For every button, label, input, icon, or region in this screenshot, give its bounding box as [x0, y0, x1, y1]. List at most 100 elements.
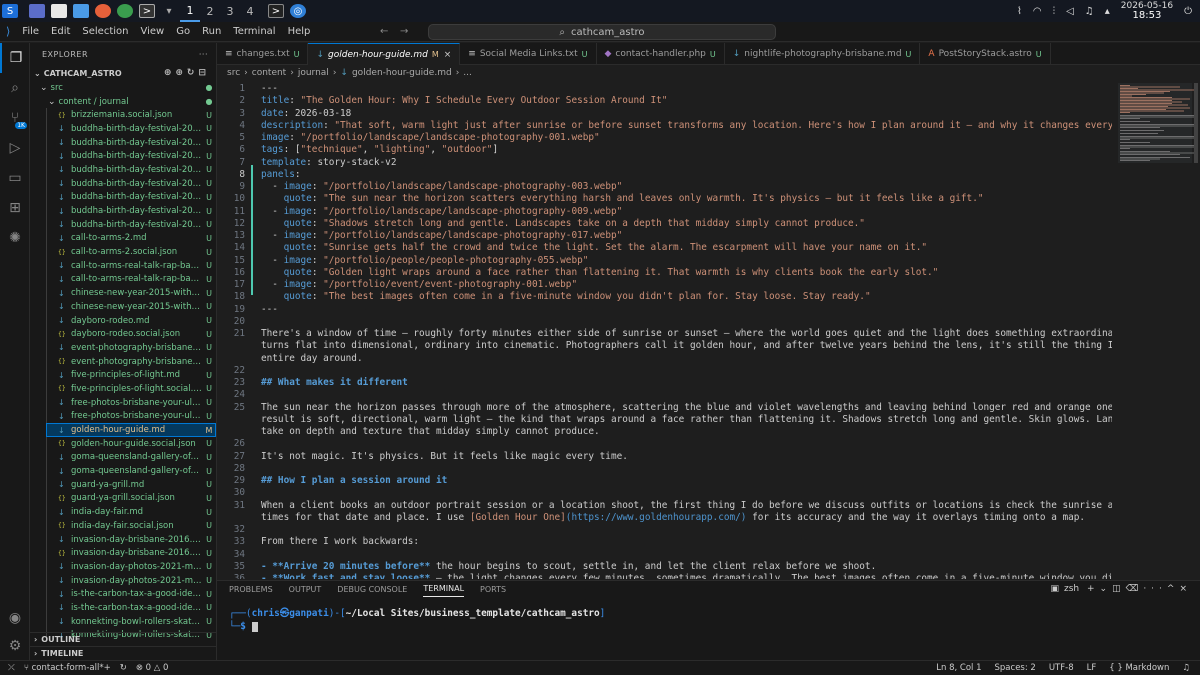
cursor-position[interactable]: Ln 8, Col 1 [936, 663, 981, 673]
minimap[interactable] [1112, 81, 1200, 579]
file-item[interactable]: ↓ dayboro-rodeo.md U [46, 314, 216, 328]
folder-src[interactable]: ⌄ src ● [30, 81, 216, 95]
file-item[interactable]: ↓ is-the-carbon-tax-a-good-idea.md U [46, 587, 216, 601]
indentation[interactable]: Spaces: 2 [995, 663, 1036, 673]
file-item[interactable]: ↓ buddha-birth-day-festival-2011.md U [46, 122, 216, 136]
terminal-icon[interactable]: > [139, 4, 155, 18]
file-item[interactable]: {} golden-hour-guide.social.json U [46, 437, 216, 451]
tab-golden-hour-guide-md[interactable]: ↓ golden-hour-guide.md M × [308, 43, 461, 65]
files-icon[interactable] [51, 4, 67, 18]
workspace-2[interactable]: 2 [200, 0, 220, 22]
tray-expand-icon[interactable]: ▴ [1105, 6, 1110, 17]
tab-output[interactable]: OUTPUT [289, 581, 322, 597]
menu-help[interactable]: Help [288, 26, 311, 37]
command-center-search[interactable]: ⌕ cathcam_astro [428, 24, 776, 40]
settings-gear-icon[interactable]: ⚙ [0, 631, 30, 661]
breadcrumb-file[interactable]: golden-hour-guide.md [352, 68, 452, 78]
problems-status[interactable]: ⊗ 0 △ 0 [136, 663, 169, 673]
menu-go[interactable]: Go [176, 26, 190, 37]
nav-forward-icon[interactable]: → [400, 26, 408, 37]
file-item[interactable]: {} brizziemania.social.json U [46, 108, 216, 122]
file-item[interactable]: {} india-day-fair.social.json U [46, 519, 216, 533]
tab-nightlife-photography-brisbane-md[interactable]: ↓ nightlife-photography-brisbane.md U [725, 43, 921, 65]
tab-social-media-links-txt[interactable]: ≡ Social Media Links.txt U [460, 43, 597, 65]
file-item[interactable]: ↓ buddha-birth-day-festival-2013.soci... U [46, 191, 216, 205]
app-launcher-icon[interactable]: S [2, 4, 18, 18]
clock[interactable]: 2026-05-16 18:53 [1121, 1, 1173, 21]
menu-run[interactable]: Run [202, 26, 221, 37]
trash-icon[interactable]: ⌫ [1126, 584, 1144, 594]
file-item[interactable]: ↓ call-to-arms-2.md U [46, 232, 216, 246]
file-item[interactable]: ↓ india-day-fair.md U [46, 505, 216, 519]
code-editor[interactable]: 1 --- 2 title: "The Golden Hour: Why I Sche… [217, 81, 1112, 579]
extensions-icon[interactable]: ⊞ [0, 193, 30, 223]
file-item[interactable]: {} guard-ya-grill.social.json U [46, 492, 216, 506]
file-item[interactable]: ↓ call-to-arms-real-talk-rap-battle-ev...… [46, 273, 216, 287]
breadcrumb-more[interactable]: ... [463, 68, 472, 78]
firefox-icon[interactable] [95, 4, 111, 18]
close-icon[interactable]: × [444, 50, 452, 60]
remote-icon[interactable]: ⤫ [8, 663, 15, 673]
menu-terminal[interactable]: Terminal [233, 26, 275, 37]
source-control-icon[interactable]: ⑂ 1K [0, 103, 30, 133]
language-mode[interactable]: { } Markdown [1109, 663, 1169, 673]
equalizer-icon[interactable]: ⫶ [1053, 6, 1056, 17]
file-item[interactable]: ↓ konnekting-bowl-rollers-skate-and-... U [46, 615, 216, 629]
close-icon[interactable]: × [1179, 584, 1192, 594]
file-item[interactable]: ↓ buddha-birth-day-festival-2015.soci... U [46, 218, 216, 232]
file-item[interactable]: ↓ buddha-birth-day-festival-2013.md U [46, 177, 216, 191]
file-item[interactable]: {} dayboro-rodeo.social.json U [46, 327, 216, 341]
tab-problems[interactable]: PROBLEMS [229, 581, 273, 597]
shell-name[interactable]: zsh [1064, 584, 1079, 594]
bell-icon[interactable]: ♫ [1085, 6, 1094, 17]
file-item[interactable]: ↓ free-photos-brisbane-your-ultimate... U [46, 396, 216, 410]
explorer-actions[interactable]: ⊕⊕↻⊟ [164, 68, 210, 78]
file-item[interactable]: ↓ invasion-day-photos-2021-meanjin.... U [46, 574, 216, 588]
desktop-icon[interactable] [29, 4, 45, 18]
sync-icon[interactable]: ↻ [120, 663, 127, 673]
tab-terminal[interactable]: TERMINAL [423, 581, 465, 597]
explorer-icon[interactable]: ❐ [0, 43, 30, 73]
power-icon[interactable]: ⏻ [1184, 6, 1192, 17]
file-item[interactable]: ↓ invasion-day-photos-2021-meanjin.... U [46, 560, 216, 574]
menu-selection[interactable]: Selection [82, 26, 128, 37]
chrome-icon[interactable] [117, 4, 133, 18]
file-item[interactable]: ↓ golden-hour-guide.md M [46, 423, 216, 437]
file-item[interactable]: {} invasion-day-brisbane-2016.social.js..… [46, 546, 216, 560]
timeline-section[interactable]: › TIMELINE [30, 646, 217, 660]
paperclip-icon[interactable]: ⌇ [1017, 6, 1022, 17]
file-item[interactable]: ↓ event-photography-brisbane.md U [46, 341, 216, 355]
file-item[interactable]: ↓ invasion-day-brisbane-2016.md U [46, 533, 216, 547]
terminal-window-icon[interactable]: > [268, 4, 284, 18]
menu-file[interactable]: File [22, 26, 39, 37]
file-item[interactable]: ↓ buddha-birth-day-festival-2012.soci... U [46, 163, 216, 177]
menu-view[interactable]: View [141, 26, 165, 37]
file-item[interactable]: ↓ is-the-carbon-tax-a-good-idea.soci... U [46, 601, 216, 615]
maximize-icon[interactable]: ^ [1167, 584, 1180, 594]
breadcrumb-src[interactable]: src [227, 68, 240, 78]
file-item[interactable]: ↓ buddha-birth-day-festival-2015.md U [46, 204, 216, 218]
tab-changes-txt[interactable]: ≡ changes.txt U [217, 43, 309, 65]
workspace-3[interactable]: 3 [220, 0, 240, 22]
remote-explorer-icon[interactable]: ▭ [0, 163, 30, 193]
folder-journal[interactable]: ⌄ content / journal ● [30, 95, 216, 109]
folder-icon[interactable] [73, 4, 89, 18]
file-item[interactable]: ↓ goma-queensland-gallery-of-mode... U [46, 451, 216, 465]
search-view-icon[interactable]: ⌕ [0, 73, 30, 103]
branch-status[interactable]: ⑂ contact-form-all*+ [24, 663, 111, 673]
file-item[interactable]: ↓ goma-queensland-gallery-of-mode... U [46, 464, 216, 478]
nav-back-icon[interactable]: ← [380, 26, 388, 37]
file-item[interactable]: ↓ buddha-birth-day-festival-2012.md U [46, 149, 216, 163]
more-actions-icon[interactable]: ··· [199, 50, 208, 59]
account-icon[interactable]: ◉ [0, 603, 30, 633]
chevron-down-icon[interactable]: ▾ [161, 4, 177, 18]
more-icon[interactable]: ··· [1143, 584, 1167, 594]
workspace-1[interactable]: 1 [180, 0, 200, 22]
outline-section[interactable]: › OUTLINE [30, 632, 217, 646]
add-terminal-icon[interactable]: + [1087, 584, 1100, 594]
split-terminal-icon[interactable]: ◫ [1112, 584, 1126, 594]
file-item[interactable]: ↓ call-to-arms-real-talk-rap-battle-ev...… [46, 259, 216, 273]
file-item[interactable]: ↓ five-principles-of-light.md U [46, 368, 216, 382]
terminal-output[interactable]: ┌──(chris㉿ganpati)-[~/Local Sites/busine… [217, 597, 1200, 643]
tab-contact-handler-php[interactable]: ◆ contact-handler.php U [597, 43, 725, 65]
